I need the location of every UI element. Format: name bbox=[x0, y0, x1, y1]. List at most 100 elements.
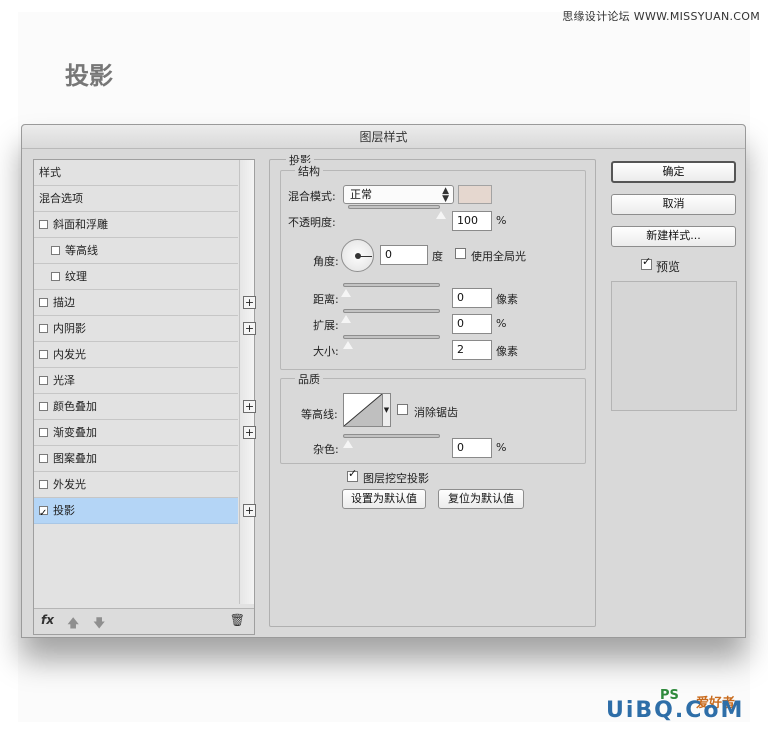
style-checkbox[interactable] bbox=[51, 246, 60, 255]
knockout-checkbox[interactable] bbox=[347, 467, 358, 482]
cancel-button[interactable]: 取消 bbox=[611, 194, 736, 215]
style-list-label: 渐变叠加 bbox=[53, 426, 97, 439]
style-list-label: 等高线 bbox=[65, 244, 98, 257]
trash-icon[interactable]: 🗑 bbox=[230, 613, 245, 627]
style-checkbox[interactable] bbox=[39, 402, 48, 411]
style-checkbox[interactable] bbox=[39, 298, 48, 307]
spread-slider[interactable] bbox=[343, 309, 440, 313]
style-checkbox[interactable] bbox=[51, 272, 60, 281]
style-checkbox[interactable] bbox=[39, 324, 48, 333]
style-list-label: 颜色叠加 bbox=[53, 400, 97, 413]
dialog-title: 图层样式 bbox=[22, 125, 745, 149]
contour-dropdown-icon[interactable]: ▼ bbox=[383, 393, 391, 427]
style-list-item[interactable]: 描边 + bbox=[34, 290, 256, 316]
style-list-label: 投影 bbox=[53, 504, 75, 517]
style-list-item[interactable]: 内发光 bbox=[34, 342, 238, 368]
style-list-item[interactable]: 纹理 bbox=[34, 264, 238, 290]
angle-input[interactable]: 0 bbox=[380, 245, 428, 265]
style-checkbox[interactable] bbox=[39, 480, 48, 489]
style-list-item[interactable]: 颜色叠加 + bbox=[34, 394, 256, 420]
anti-alias-label: 消除锯齿 bbox=[414, 406, 458, 419]
style-list-label: 内阴影 bbox=[53, 322, 86, 335]
arrow-down-icon[interactable]: 🡇 bbox=[93, 614, 105, 635]
ok-button[interactable]: 确定 bbox=[611, 161, 736, 183]
reset-default-button[interactable]: 复位为默认值 bbox=[438, 489, 524, 509]
style-checkbox[interactable] bbox=[39, 376, 48, 385]
angle-label: 角度: bbox=[313, 255, 339, 268]
add-effect-icon[interactable]: + bbox=[243, 426, 256, 439]
anti-alias-checkbox[interactable] bbox=[397, 404, 408, 415]
distance-slider[interactable] bbox=[343, 283, 440, 287]
style-list-label: 混合选项 bbox=[39, 192, 83, 205]
preview-checkbox[interactable] bbox=[641, 255, 652, 270]
make-default-button[interactable]: 设置为默认值 bbox=[342, 489, 426, 509]
drop-shadow-panel: 投影 结构 混合模式: 正常 ▲ ▼ 不透明度: 100 % 角度: 0 度 使… bbox=[269, 152, 596, 627]
distance-input[interactable]: 0 bbox=[452, 288, 492, 308]
page: 思缘设计论坛 WWW.MISSYUAN.COM 投影 图层样式 fx 🡅 🡇 🗑… bbox=[0, 0, 768, 735]
fx-icon[interactable]: fx bbox=[41, 613, 54, 627]
list-scrollbar[interactable] bbox=[239, 160, 254, 604]
add-effect-icon[interactable]: + bbox=[243, 296, 256, 309]
size-unit: 像素 bbox=[496, 345, 518, 358]
noise-unit: % bbox=[496, 441, 507, 454]
spread-input[interactable]: 0 bbox=[452, 314, 492, 334]
style-list-item[interactable]: 投影 + bbox=[34, 498, 256, 526]
structure-title: 结构 bbox=[295, 163, 323, 179]
style-list-item[interactable]: 内阴影 + bbox=[34, 316, 256, 342]
site-watermark: 思缘设计论坛 WWW.MISSYUAN.COM bbox=[562, 10, 760, 23]
preview-thumbnail bbox=[611, 281, 737, 411]
global-light-checkbox[interactable] bbox=[455, 248, 466, 259]
style-checkbox[interactable] bbox=[39, 501, 48, 526]
add-effect-icon[interactable]: + bbox=[243, 504, 256, 517]
style-list-item[interactable]: 斜面和浮雕 bbox=[34, 212, 238, 238]
contour-picker[interactable] bbox=[343, 393, 383, 427]
updown-arrow-icon: ▲ ▼ bbox=[442, 186, 449, 204]
add-effect-icon[interactable]: + bbox=[243, 322, 256, 335]
noise-slider[interactable] bbox=[343, 434, 440, 438]
size-label: 大小: bbox=[313, 345, 339, 358]
spread-slider-thumb[interactable] bbox=[340, 314, 352, 324]
style-list-item[interactable]: 混合选项 bbox=[34, 186, 238, 212]
blend-mode-label: 混合模式: bbox=[288, 190, 336, 203]
add-effect-icon[interactable]: + bbox=[243, 400, 256, 413]
size-slider-thumb[interactable] bbox=[342, 340, 354, 350]
style-list-item[interactable]: 等高线 bbox=[34, 238, 238, 264]
opacity-label: 不透明度: bbox=[288, 216, 336, 229]
noise-input[interactable]: 0 bbox=[452, 438, 492, 458]
style-checkbox[interactable] bbox=[39, 350, 48, 359]
style-list-label: 纹理 bbox=[65, 270, 87, 283]
style-list-label: 斜面和浮雕 bbox=[53, 218, 108, 231]
list-footer: fx 🡅 🡇 🗑 bbox=[34, 608, 254, 634]
style-list-item[interactable]: 渐变叠加 + bbox=[34, 420, 256, 446]
angle-dial[interactable] bbox=[341, 239, 374, 272]
opacity-slider[interactable] bbox=[348, 205, 440, 209]
style-list-item[interactable]: 外发光 bbox=[34, 472, 238, 498]
blend-mode-select[interactable]: 正常 ▲ ▼ bbox=[343, 185, 454, 204]
spread-unit: % bbox=[496, 317, 507, 330]
opacity-slider-thumb[interactable] bbox=[435, 210, 447, 220]
shadow-color-swatch[interactable] bbox=[458, 185, 492, 204]
style-checkbox[interactable] bbox=[39, 220, 48, 229]
distance-label: 距离: bbox=[313, 293, 339, 306]
style-list-label: 光泽 bbox=[53, 374, 75, 387]
watermark-brand: UiBQ.CoM bbox=[606, 698, 745, 723]
style-checkbox[interactable] bbox=[39, 428, 48, 437]
noise-label: 杂色: bbox=[313, 443, 339, 456]
style-list-item[interactable]: 图案叠加 bbox=[34, 446, 238, 472]
opacity-input[interactable]: 100 bbox=[452, 211, 492, 231]
style-list-label: 外发光 bbox=[53, 478, 86, 491]
noise-slider-thumb[interactable] bbox=[342, 439, 354, 449]
arrow-up-icon[interactable]: 🡅 bbox=[67, 614, 79, 635]
size-input[interactable]: 2 bbox=[452, 340, 492, 360]
style-list: fx 🡅 🡇 🗑 样式混合选项斜面和浮雕等高线纹理描边 + 内阴影 + 内发光光泽颜色叠… bbox=[33, 159, 256, 635]
style-list-label: 描边 bbox=[53, 296, 75, 309]
new-style-button[interactable]: 新建样式... bbox=[611, 226, 736, 247]
style-list-item[interactable]: 光泽 bbox=[34, 368, 238, 394]
style-list-item[interactable]: 样式 bbox=[34, 160, 238, 186]
spread-label: 扩展: bbox=[313, 319, 339, 332]
style-checkbox[interactable] bbox=[39, 454, 48, 463]
size-slider[interactable] bbox=[343, 335, 440, 339]
style-list-label: 图案叠加 bbox=[53, 452, 97, 465]
distance-slider-thumb[interactable] bbox=[340, 288, 352, 298]
structure-group: 结构 混合模式: 正常 ▲ ▼ 不透明度: 100 % 角度: 0 度 使用全局… bbox=[280, 163, 586, 370]
